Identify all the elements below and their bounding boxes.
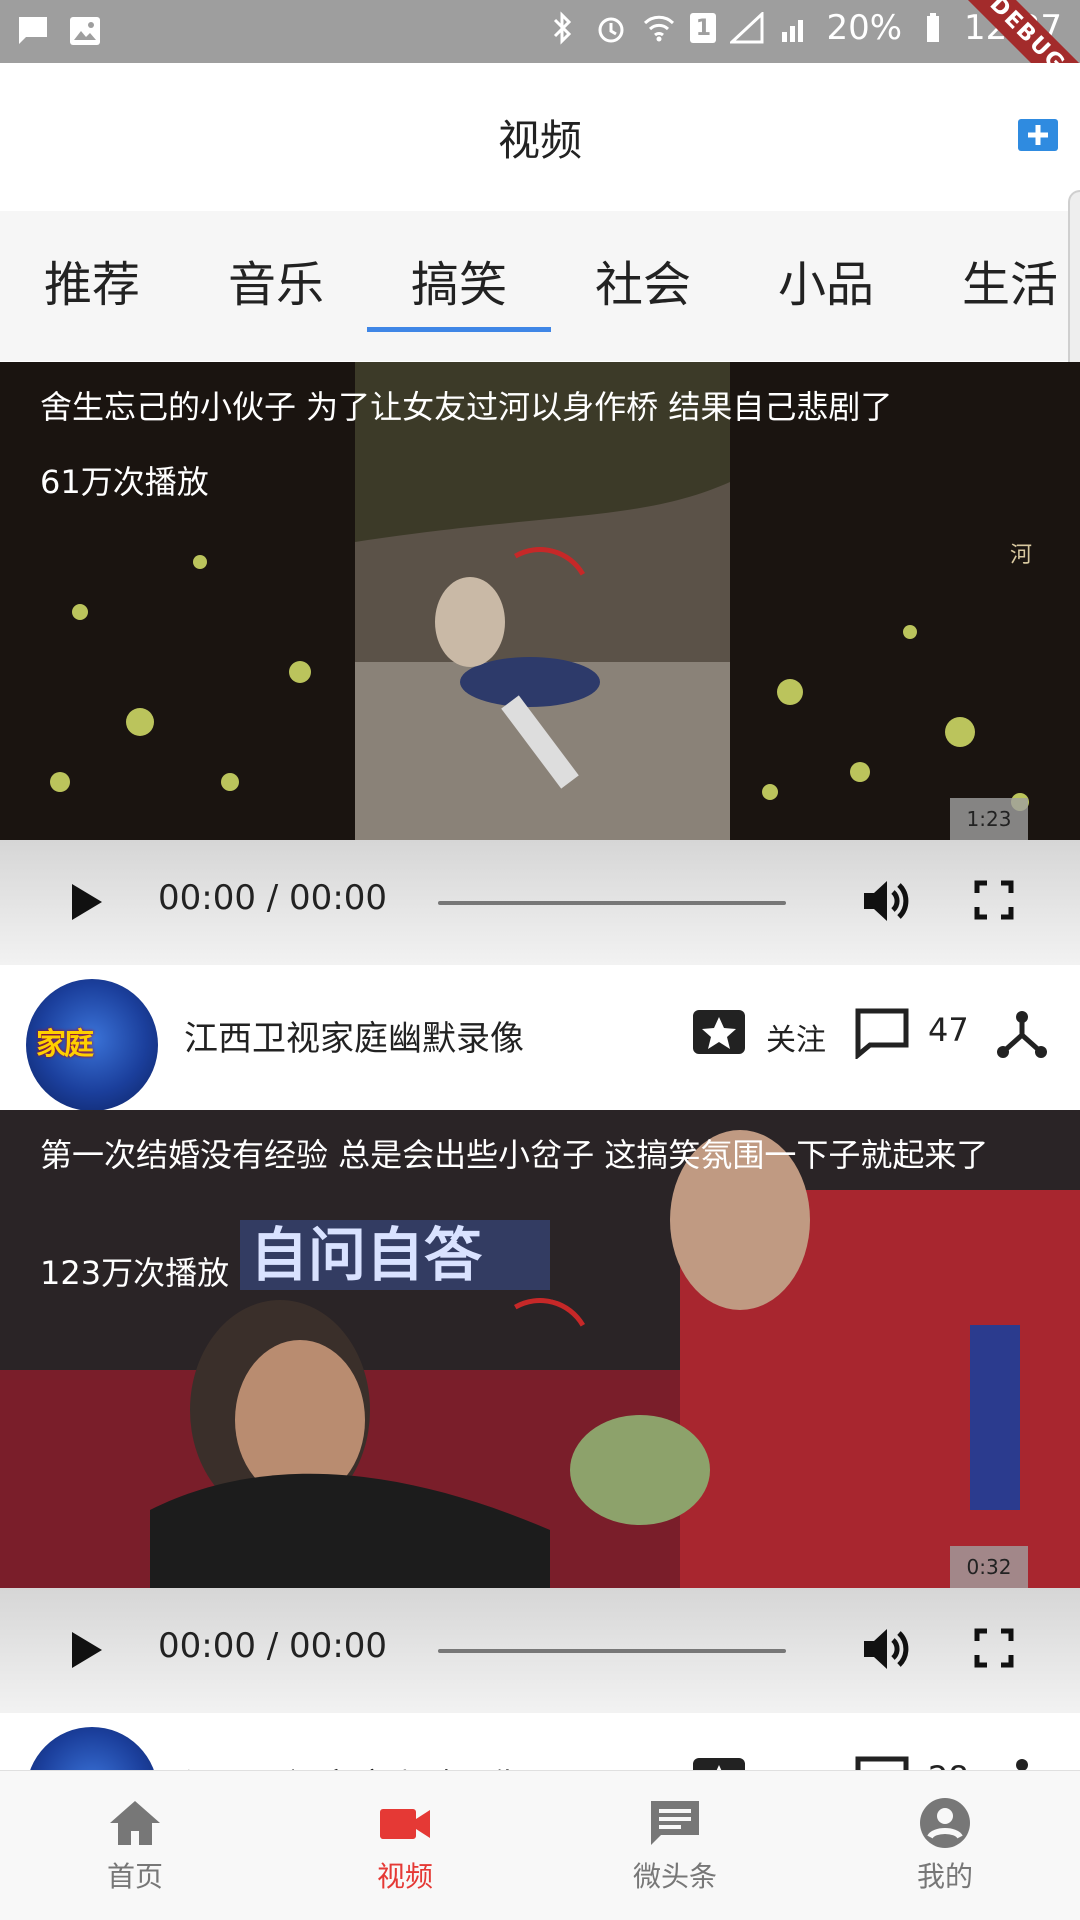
signal-icon (730, 11, 764, 45)
nav-home[interactable]: 首页 (0, 1797, 270, 1895)
tab-society[interactable]: 社会 (551, 245, 735, 315)
app-bar: 视频 (0, 63, 1080, 211)
video-card[interactable]: 自问自答 第一次结婚没有经验 总是会出些小岔子 这搞笑氛围一下子就起来了 123… (0, 1110, 1080, 1713)
playback-time: 00:00 / 00:00 (158, 1626, 388, 1666)
seek-bar[interactable] (438, 901, 786, 905)
home-icon (110, 1801, 160, 1845)
duration-badge: 1:23 (950, 798, 1028, 840)
play-count: 123万次播放 (40, 1254, 230, 1292)
player-controls: 00:00 / 00:00 (0, 1588, 1080, 1713)
tab-indicator (367, 327, 551, 332)
fullscreen-icon[interactable] (974, 880, 1014, 920)
signal-icon-2 (778, 11, 812, 45)
tab-music[interactable]: 音乐 (184, 245, 368, 315)
share-icon[interactable] (996, 1009, 1048, 1059)
playback-time: 00:00 / 00:00 (158, 878, 388, 918)
category-tabs: 推荐 音乐 搞笑 社会 小品 生活 (0, 211, 1080, 361)
nav-video[interactable]: 视频 (270, 1797, 540, 1895)
comment-count: 47 (928, 1011, 969, 1049)
nav-label: 首页 (106, 1860, 163, 1893)
volume-icon[interactable] (862, 876, 914, 926)
status-bar: 1 20% 12:37 DEBUG (0, 0, 1080, 129)
nav-label: 微头条 (632, 1860, 717, 1893)
tab-funny[interactable]: 搞笑 (367, 245, 551, 315)
account-icon (920, 1798, 970, 1848)
sim-icon: 1 (690, 13, 717, 43)
message-icon (16, 14, 50, 48)
video-card[interactable]: 河 舍生忘己的小伙子 为了让女友过河以身作桥 结果自己悲剧了 61万次播放 1:… (0, 362, 1080, 965)
play-count: 61万次播放 (40, 463, 209, 501)
tab-life[interactable]: 生活 (918, 245, 1080, 315)
nav-profile[interactable]: 我的 (810, 1797, 1080, 1895)
tab-skit[interactable]: 小品 (734, 245, 918, 315)
follow-star-icon[interactable] (692, 1009, 746, 1055)
video-title: 第一次结婚没有经验 总是会出些小岔子 这搞笑氛围一下子就起来了 (40, 1136, 989, 1174)
video-overlay-text: 河 (1010, 543, 1032, 568)
comment-icon[interactable] (854, 1007, 910, 1059)
page-title: 视频 (497, 116, 582, 165)
volume-icon[interactable] (862, 1624, 914, 1674)
alarm-icon (594, 11, 628, 45)
author-name[interactable]: 江西卫视家庭幽默录像 (184, 1011, 524, 1060)
battery-charging-icon (916, 11, 950, 45)
play-icon[interactable] (70, 882, 104, 922)
wifi-icon (642, 11, 676, 45)
avatar-logo-text: 家庭 (36, 1027, 94, 1062)
duration-badge: 0:32 (950, 1546, 1028, 1588)
video-title: 舍生忘己的小伙子 为了让女友过河以身作桥 结果自己悲剧了 (40, 388, 893, 426)
play-icon[interactable] (70, 1630, 104, 1670)
player-controls: 00:00 / 00:00 (0, 840, 1080, 965)
seek-bar[interactable] (438, 1649, 786, 1653)
bluetooth-icon (546, 11, 580, 45)
video-overlay-text: 自问自答 (250, 1221, 483, 1289)
nav-micro-headline[interactable]: 微头条 (540, 1797, 810, 1895)
tab-recommend[interactable]: 推荐 (0, 245, 184, 315)
author-row: 家庭 江西卫视家庭幽默录像 关注 47 (0, 965, 1080, 1111)
chat-icon (651, 1801, 699, 1845)
bottom-navigation: 首页 视频 微头条 我的 (0, 1770, 1080, 1920)
videocam-icon (380, 1809, 430, 1839)
fullscreen-icon[interactable] (974, 1628, 1014, 1668)
nav-label: 视频 (376, 1860, 433, 1893)
nav-label: 我的 (916, 1860, 973, 1893)
add-button[interactable] (1018, 119, 1062, 155)
add-icon (1018, 119, 1058, 151)
battery-percent: 20% (826, 8, 903, 48)
image-icon (68, 14, 102, 48)
follow-button[interactable]: 关注 (766, 1015, 826, 1059)
avatar[interactable]: 家庭 (26, 979, 158, 1111)
